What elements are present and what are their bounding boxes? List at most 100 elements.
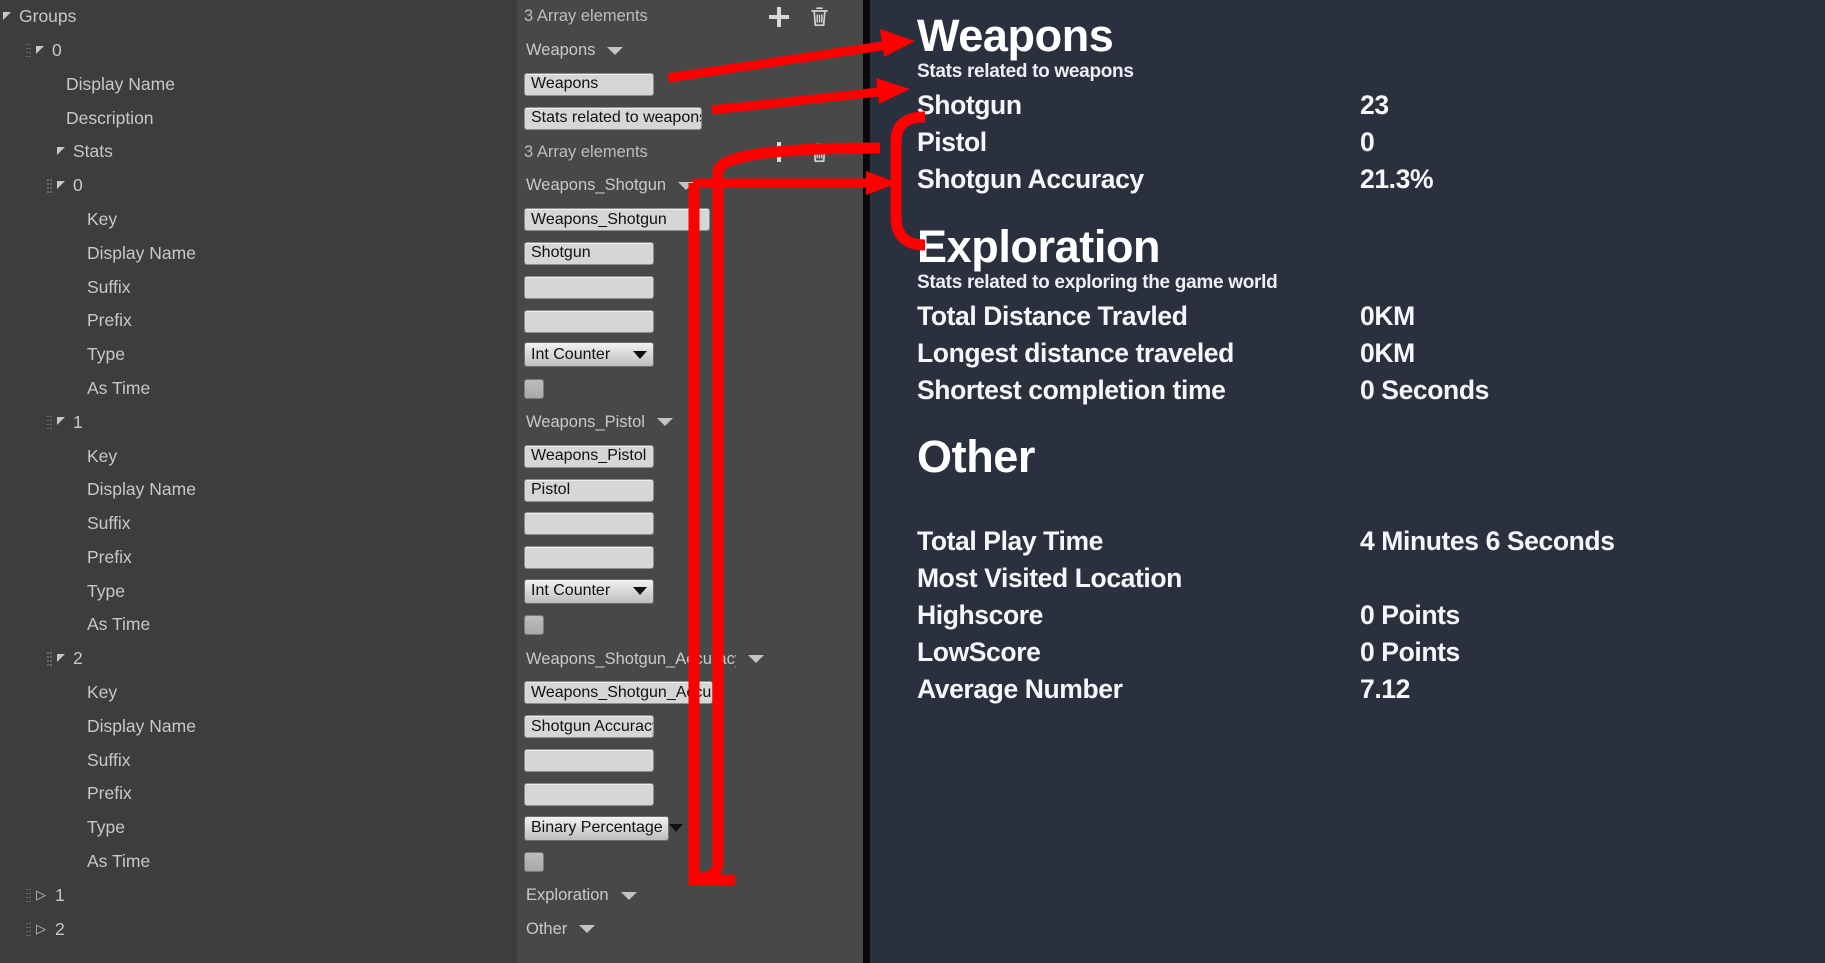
tree-row[interactable]: As Time <box>0 372 517 406</box>
text-input[interactable]: Weapons_Shotgun_Accuracy <box>524 681 713 705</box>
tree-row-label: 1 <box>73 411 83 432</box>
stat-name: Longest distance traveled <box>917 337 1234 368</box>
text-input[interactable] <box>524 512 654 536</box>
plus-icon[interactable] <box>768 6 790 28</box>
group-dropdown-label[interactable]: Weapons <box>526 41 595 60</box>
collapse-triangle-right-icon[interactable]: ▷ <box>36 922 46 935</box>
text-input[interactable]: Shotgun Accuracy <box>524 715 654 739</box>
group-dropdown-label[interactable]: Weapons_Shotgun_Accuracy <box>526 650 736 669</box>
tree-row[interactable]: Prefix <box>0 541 517 575</box>
drag-handle-icon[interactable] <box>24 888 33 904</box>
as-time-checkbox[interactable] <box>524 851 544 872</box>
tree-row[interactable]: Suffix <box>0 744 517 778</box>
combo-row: Int Counter <box>522 575 863 609</box>
type-select-value: Int Counter <box>531 345 611 363</box>
expand-triangle-down-icon[interactable] <box>57 147 65 156</box>
type-select[interactable]: Binary Percentage <box>524 815 683 841</box>
tree-row[interactable]: Type <box>0 811 517 845</box>
text-field-row: Weapons_Pistol <box>522 439 863 473</box>
group-dropdown-label[interactable]: Other <box>526 920 567 939</box>
tree-row[interactable]: Suffix <box>0 270 517 304</box>
combo-row: Int Counter <box>522 338 863 372</box>
tree-row[interactable]: Type <box>0 338 517 372</box>
text-input[interactable]: Weapons <box>524 72 654 96</box>
tree-row-label: Type <box>87 344 125 365</box>
chevron-down-icon[interactable] <box>607 46 624 55</box>
stat-row: Longest distance traveled 0KM <box>917 338 1825 375</box>
tree-row-label: 2 <box>55 918 65 939</box>
type-select[interactable]: Int Counter <box>524 578 654 604</box>
expand-triangle-down-icon[interactable] <box>57 654 65 663</box>
property-panel: 3 Array elements Weapons Weapons Stats rela… <box>517 0 863 963</box>
chevron-down-icon[interactable] <box>748 655 764 664</box>
tree-row[interactable]: ▷ 2 <box>0 913 517 947</box>
tree-row-label: 0 <box>52 39 62 60</box>
text-input[interactable]: Stats related to weapons <box>524 106 702 130</box>
tree-row[interactable]: Stats <box>0 135 517 169</box>
chevron-down-icon[interactable] <box>656 418 673 427</box>
tree-row[interactable]: Type <box>0 575 517 609</box>
text-input[interactable] <box>524 275 654 299</box>
tree-row[interactable]: 2 <box>0 642 517 676</box>
tree-row[interactable]: ▷ 1 <box>0 879 517 913</box>
checkbox-row <box>522 845 863 879</box>
tree-row-label: Display Name <box>66 73 175 94</box>
drag-handle-icon[interactable] <box>45 414 54 430</box>
tree-row[interactable]: 0 <box>0 34 517 68</box>
chevron-down-icon[interactable] <box>579 925 596 934</box>
tree-row[interactable]: Prefix <box>0 304 517 338</box>
tree-row[interactable]: Display Name <box>0 710 517 744</box>
tree-row[interactable]: Key <box>0 676 517 710</box>
text-input[interactable]: Shotgun <box>524 241 654 265</box>
tree-row[interactable]: 0 <box>0 169 517 203</box>
expand-triangle-down-icon[interactable] <box>57 180 65 189</box>
group-dropdown-label[interactable]: Weapons_Pistol <box>526 413 645 432</box>
game-stats-panel: Weapons Stats related to weapons Shotgun 23… <box>870 0 1825 963</box>
text-input[interactable] <box>524 782 654 806</box>
text-input[interactable]: Weapons_Pistol <box>524 444 654 468</box>
tree-panel: Groups 0 Display Name Description Stats 0 Key D… <box>0 0 517 963</box>
chevron-down-icon[interactable] <box>620 891 637 900</box>
tree-row[interactable]: Description <box>0 101 517 135</box>
tree-row[interactable]: Key <box>0 203 517 237</box>
trash-icon[interactable] <box>810 6 829 27</box>
expand-triangle-down-icon[interactable] <box>57 417 65 426</box>
tree-row[interactable]: Display Name <box>0 68 517 102</box>
expand-triangle-down-icon[interactable] <box>36 45 44 54</box>
tree-row[interactable]: Suffix <box>0 507 517 541</box>
text-input[interactable] <box>524 309 654 333</box>
stat-name: Total Distance Travled <box>917 300 1188 331</box>
group-dropdown-label[interactable]: Exploration <box>526 886 609 905</box>
group-dropdown-label[interactable]: Weapons_Shotgun <box>526 176 666 195</box>
text-input[interactable]: Weapons_Shotgun <box>524 208 710 232</box>
text-input[interactable]: Pistol <box>524 478 654 502</box>
drag-handle-icon[interactable] <box>24 43 33 59</box>
as-time-checkbox[interactable] <box>524 615 544 636</box>
tree-row[interactable]: Display Name <box>0 473 517 507</box>
tree-row-label: Display Name <box>87 715 196 736</box>
chevron-down-icon[interactable] <box>678 181 695 190</box>
expand-triangle-down-icon[interactable] <box>3 11 11 20</box>
tree-row-label: As Time <box>87 614 151 635</box>
text-input[interactable] <box>524 546 654 570</box>
tree-row[interactable]: Key <box>0 439 517 473</box>
panel-divider[interactable] <box>863 0 870 963</box>
tree-row[interactable]: Prefix <box>0 777 517 811</box>
tree-row-label: Type <box>87 817 125 838</box>
collapse-triangle-right-icon[interactable]: ▷ <box>36 888 46 901</box>
checkbox-row <box>522 372 863 406</box>
plus-icon[interactable] <box>768 141 790 163</box>
stat-name: Average Number <box>917 674 1123 705</box>
tree-row[interactable]: As Time <box>0 608 517 642</box>
tree-row[interactable]: 1 <box>0 406 517 440</box>
trash-icon[interactable] <box>810 142 829 163</box>
as-time-checkbox[interactable] <box>524 378 544 399</box>
drag-handle-icon[interactable] <box>24 921 33 937</box>
drag-handle-icon[interactable] <box>45 651 54 667</box>
drag-handle-icon[interactable] <box>45 178 54 194</box>
type-select[interactable]: Int Counter <box>524 342 654 368</box>
tree-row[interactable]: Groups <box>0 0 517 34</box>
tree-row[interactable]: Display Name <box>0 237 517 271</box>
text-input[interactable] <box>524 748 654 772</box>
tree-row[interactable]: As Time <box>0 845 517 879</box>
